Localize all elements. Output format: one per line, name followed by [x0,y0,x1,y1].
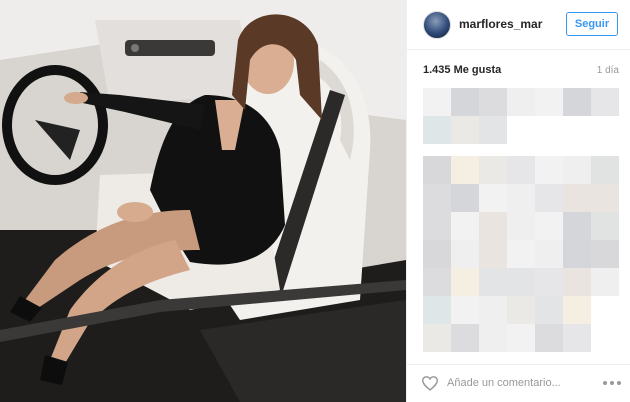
blurred-comment-block [535,88,563,116]
blurred-comment-block [591,88,619,116]
blurred-comment-block [451,156,479,184]
blurred-comment-block [423,268,451,296]
blurred-comment-block [591,268,619,296]
username-link[interactable]: marflores_mar [459,17,542,31]
blurred-comment-block [507,324,535,352]
likes-count[interactable]: 1.435 Me gusta [423,64,501,76]
blurred-comment-block [535,268,563,296]
blurred-comment-block [507,184,535,212]
blurred-comment-block [507,156,535,184]
blurred-comment-block [563,88,591,116]
blurred-comment-block [423,212,451,240]
blurred-comment-block [535,324,563,352]
blurred-comment-block [451,296,479,324]
blurred-comment-block [507,240,535,268]
blurred-comment-block [451,184,479,212]
blurred-comment-block [423,88,451,116]
post-photo[interactable] [0,0,406,402]
blurred-comment-block [423,184,451,212]
blurred-comment-block [535,212,563,240]
blurred-comment-block [591,212,619,240]
blurred-comment-block [423,116,451,144]
blurred-comment-block [451,240,479,268]
blurred-comment-block [507,268,535,296]
blurred-comment-block [423,156,451,184]
blurred-comment-block [423,240,451,268]
blurred-comment-block [507,296,535,324]
blurred-comment-block [451,324,479,352]
blurred-comment-block [535,184,563,212]
blurred-comment-block [563,212,591,240]
blurred-comment-block [423,324,451,352]
blurred-comment-block [479,212,507,240]
blurred-comment-block [451,88,479,116]
blurred-comment-block [479,324,507,352]
blurred-comment-block [563,240,591,268]
blurred-comment-block [563,156,591,184]
blurred-comment-block [591,156,619,184]
comments-blurred [423,88,623,360]
blurred-comment-block [479,88,507,116]
blurred-comment-block [591,240,619,268]
blurred-comment-block [479,296,507,324]
more-options-icon[interactable] [603,381,621,387]
blurred-comment-block [479,116,507,144]
blurred-comment-block [507,212,535,240]
blurred-comment-block [591,184,619,212]
post-timestamp[interactable]: 1 día [597,65,619,76]
blurred-comment-block [535,240,563,268]
blurred-comment-block [563,296,591,324]
post-sidebar: marflores_mar Seguir 1.435 Me gusta 1 dí… [406,0,630,402]
avatar[interactable] [423,11,451,39]
blurred-comment-block [507,88,535,116]
blurred-comment-block [479,240,507,268]
blurred-comment-block [535,156,563,184]
blurred-comment-block [451,268,479,296]
blurred-comment-block [451,116,479,144]
photo-illustration [0,0,406,402]
heart-icon[interactable] [421,375,439,391]
blurred-comment-block [563,268,591,296]
blurred-comment-block [535,296,563,324]
blurred-comment-block [479,268,507,296]
blurred-comment-block [423,296,451,324]
instagram-post: marflores_mar Seguir 1.435 Me gusta 1 dí… [0,0,630,402]
post-stats: 1.435 Me gusta 1 día [423,64,619,80]
post-header: marflores_mar Seguir [407,0,630,50]
comment-input[interactable] [447,374,597,392]
blurred-comment-block [479,156,507,184]
post-footer [407,364,630,402]
blurred-comment-block [563,324,591,352]
blurred-comment-block [479,184,507,212]
blurred-comment-block [563,184,591,212]
blurred-comment-block [451,212,479,240]
follow-button[interactable]: Seguir [566,12,618,36]
